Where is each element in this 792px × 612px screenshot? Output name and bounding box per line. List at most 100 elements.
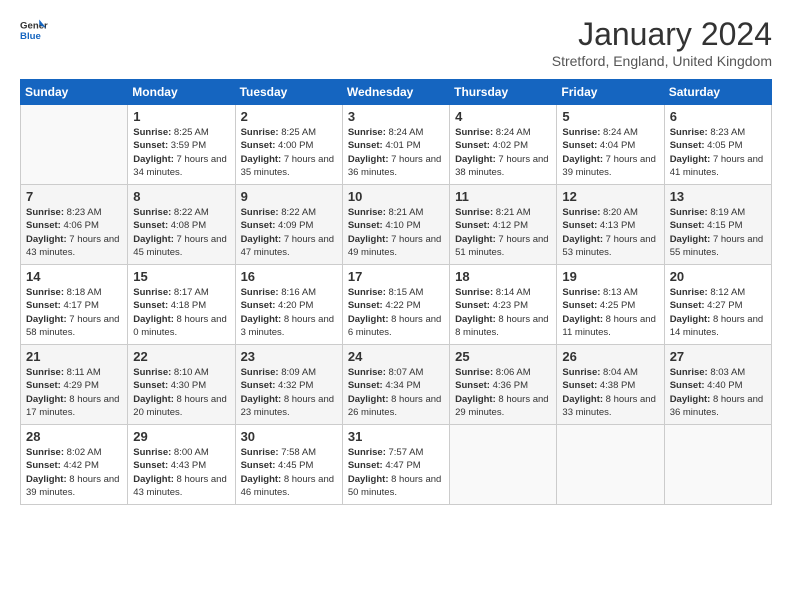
day-info: Sunrise: 8:21 AMSunset: 4:12 PMDaylight:… [455, 206, 551, 259]
day-info: Sunrise: 8:15 AMSunset: 4:22 PMDaylight:… [348, 286, 444, 339]
day-number: 21 [26, 349, 122, 364]
calendar-cell: 23Sunrise: 8:09 AMSunset: 4:32 PMDayligh… [235, 345, 342, 425]
day-info: Sunrise: 7:58 AMSunset: 4:45 PMDaylight:… [241, 446, 337, 499]
calendar-cell [557, 425, 664, 505]
day-info: Sunrise: 8:22 AMSunset: 4:08 PMDaylight:… [133, 206, 229, 259]
calendar-cell: 3 Sunrise: 8:24 AMSunset: 4:01 PMDaylight… [342, 105, 449, 185]
page-header: General Blue January 2024 Stretford, Eng… [20, 16, 772, 69]
day-number: 1 [133, 109, 229, 124]
day-info: Sunrise: 8:12 AMSunset: 4:27 PMDaylight:… [670, 286, 766, 339]
calendar-cell: 16Sunrise: 8:16 AMSunset: 4:20 PMDayligh… [235, 265, 342, 345]
day-number: 15 [133, 269, 229, 284]
day-info: Sunrise: 8:00 AMSunset: 4:43 PMDaylight:… [133, 446, 229, 499]
day-number: 7 [26, 189, 122, 204]
calendar-cell: 9 Sunrise: 8:22 AMSunset: 4:09 PMDaylight… [235, 185, 342, 265]
day-number: 2 [241, 109, 337, 124]
calendar-cell: 30 Sunrise: 7:58 AMSunset: 4:45 PMDayligh… [235, 425, 342, 505]
title-section: January 2024 Stretford, England, United … [552, 16, 772, 69]
calendar-cell: 24 Sunrise: 8:07 AMSunset: 4:34 PMDayligh… [342, 345, 449, 425]
calendar-cell: 26 Sunrise: 8:04 AMSunset: 4:38 PMDayligh… [557, 345, 664, 425]
day-info: Sunrise: 8:06 AMSunset: 4:36 PMDaylight:… [455, 366, 551, 419]
calendar-cell: 13Sunrise: 8:19 AMSunset: 4:15 PMDayligh… [664, 185, 771, 265]
calendar: Sunday Monday Tuesday Wednesday Thursday… [20, 79, 772, 505]
logo-icon: General Blue [20, 16, 48, 44]
col-tuesday: Tuesday [235, 80, 342, 105]
calendar-cell: 18 Sunrise: 8:14 AMSunset: 4:23 PMDayligh… [450, 265, 557, 345]
day-info: Sunrise: 8:24 AMSunset: 4:01 PMDaylight:… [348, 126, 444, 179]
day-info: Sunrise: 7:57 AMSunset: 4:47 PMDaylight:… [348, 446, 444, 499]
calendar-cell [664, 425, 771, 505]
day-number: 11 [455, 189, 551, 204]
calendar-cell: 2 Sunrise: 8:25 AMSunset: 4:00 PMDaylight… [235, 105, 342, 185]
calendar-cell [21, 105, 128, 185]
day-number: 25 [455, 349, 551, 364]
calendar-cell: 5Sunrise: 8:24 AMSunset: 4:04 PMDaylight… [557, 105, 664, 185]
calendar-cell: 21Sunrise: 8:11 AMSunset: 4:29 PMDayligh… [21, 345, 128, 425]
day-info: Sunrise: 8:24 AMSunset: 4:02 PMDaylight:… [455, 126, 551, 179]
calendar-cell: 11 Sunrise: 8:21 AMSunset: 4:12 PMDayligh… [450, 185, 557, 265]
logo: General Blue [20, 16, 48, 44]
day-number: 17 [348, 269, 444, 284]
col-saturday: Saturday [664, 80, 771, 105]
day-info: Sunrise: 8:21 AMSunset: 4:10 PMDaylight:… [348, 206, 444, 259]
day-number: 28 [26, 429, 122, 444]
day-info: Sunrise: 8:07 AMSunset: 4:34 PMDaylight:… [348, 366, 444, 419]
calendar-cell: 27 Sunrise: 8:03 AMSunset: 4:40 PMDayligh… [664, 345, 771, 425]
day-info: Sunrise: 8:04 AMSunset: 4:38 PMDaylight:… [562, 366, 658, 419]
day-number: 22 [133, 349, 229, 364]
location: Stretford, England, United Kingdom [552, 53, 772, 69]
calendar-cell [450, 425, 557, 505]
day-info: Sunrise: 8:23 AMSunset: 4:06 PMDaylight:… [26, 206, 122, 259]
col-friday: Friday [557, 80, 664, 105]
day-number: 31 [348, 429, 444, 444]
calendar-cell: 22 Sunrise: 8:10 AMSunset: 4:30 PMDayligh… [128, 345, 235, 425]
day-number: 26 [562, 349, 658, 364]
calendar-cell: 25 Sunrise: 8:06 AMSunset: 4:36 PMDayligh… [450, 345, 557, 425]
day-number: 5 [562, 109, 658, 124]
day-number: 9 [241, 189, 337, 204]
calendar-cell: 29 Sunrise: 8:00 AMSunset: 4:43 PMDayligh… [128, 425, 235, 505]
col-wednesday: Wednesday [342, 80, 449, 105]
day-info: Sunrise: 8:25 AMSunset: 4:00 PMDaylight:… [241, 126, 337, 179]
day-number: 24 [348, 349, 444, 364]
day-info: Sunrise: 8:03 AMSunset: 4:40 PMDaylight:… [670, 366, 766, 419]
day-info: Sunrise: 8:14 AMSunset: 4:23 PMDaylight:… [455, 286, 551, 339]
day-number: 16 [241, 269, 337, 284]
col-monday: Monday [128, 80, 235, 105]
day-number: 10 [348, 189, 444, 204]
calendar-cell: 17 Sunrise: 8:15 AMSunset: 4:22 PMDayligh… [342, 265, 449, 345]
day-info: Sunrise: 8:23 AMSunset: 4:05 PMDaylight:… [670, 126, 766, 179]
calendar-cell: 14 Sunrise: 8:18 AMSunset: 4:17 PMDayligh… [21, 265, 128, 345]
day-info: Sunrise: 8:22 AMSunset: 4:09 PMDaylight:… [241, 206, 337, 259]
day-info: Sunrise: 8:18 AMSunset: 4:17 PMDaylight:… [26, 286, 122, 339]
day-number: 3 [348, 109, 444, 124]
month-title: January 2024 [552, 16, 772, 53]
day-number: 30 [241, 429, 337, 444]
calendar-cell: 20 Sunrise: 8:12 AMSunset: 4:27 PMDayligh… [664, 265, 771, 345]
day-number: 29 [133, 429, 229, 444]
day-number: 27 [670, 349, 766, 364]
calendar-cell: 15 Sunrise: 8:17 AMSunset: 4:18 PMDayligh… [128, 265, 235, 345]
day-number: 8 [133, 189, 229, 204]
day-number: 18 [455, 269, 551, 284]
day-info: Sunrise: 8:25 AMSunset: 3:59 PMDaylight:… [133, 126, 229, 179]
day-info: Sunrise: 8:17 AMSunset: 4:18 PMDaylight:… [133, 286, 229, 339]
day-number: 14 [26, 269, 122, 284]
day-info: Sunrise: 8:19 AMSunset: 4:15 PMDaylight:… [670, 206, 766, 259]
svg-text:Blue: Blue [20, 31, 41, 42]
calendar-cell: 7 Sunrise: 8:23 AMSunset: 4:06 PMDaylight… [21, 185, 128, 265]
calendar-cell: 31 Sunrise: 7:57 AMSunset: 4:47 PMDayligh… [342, 425, 449, 505]
calendar-cell: 12Sunrise: 8:20 AMSunset: 4:13 PMDayligh… [557, 185, 664, 265]
calendar-cell: 8 Sunrise: 8:22 AMSunset: 4:08 PMDaylight… [128, 185, 235, 265]
day-info: Sunrise: 8:10 AMSunset: 4:30 PMDaylight:… [133, 366, 229, 419]
day-info: Sunrise: 8:09 AMSunset: 4:32 PMDaylight:… [241, 366, 337, 419]
day-number: 20 [670, 269, 766, 284]
day-info: Sunrise: 8:02 AMSunset: 4:42 PMDaylight:… [26, 446, 122, 499]
day-info: Sunrise: 8:13 AMSunset: 4:25 PMDaylight:… [562, 286, 658, 339]
calendar-cell: 1 Sunrise: 8:25 AMSunset: 3:59 PMDaylight… [128, 105, 235, 185]
calendar-cell: 6 Sunrise: 8:23 AMSunset: 4:05 PMDaylight… [664, 105, 771, 185]
day-number: 6 [670, 109, 766, 124]
col-sunday: Sunday [21, 80, 128, 105]
calendar-cell: 19Sunrise: 8:13 AMSunset: 4:25 PMDayligh… [557, 265, 664, 345]
col-thursday: Thursday [450, 80, 557, 105]
